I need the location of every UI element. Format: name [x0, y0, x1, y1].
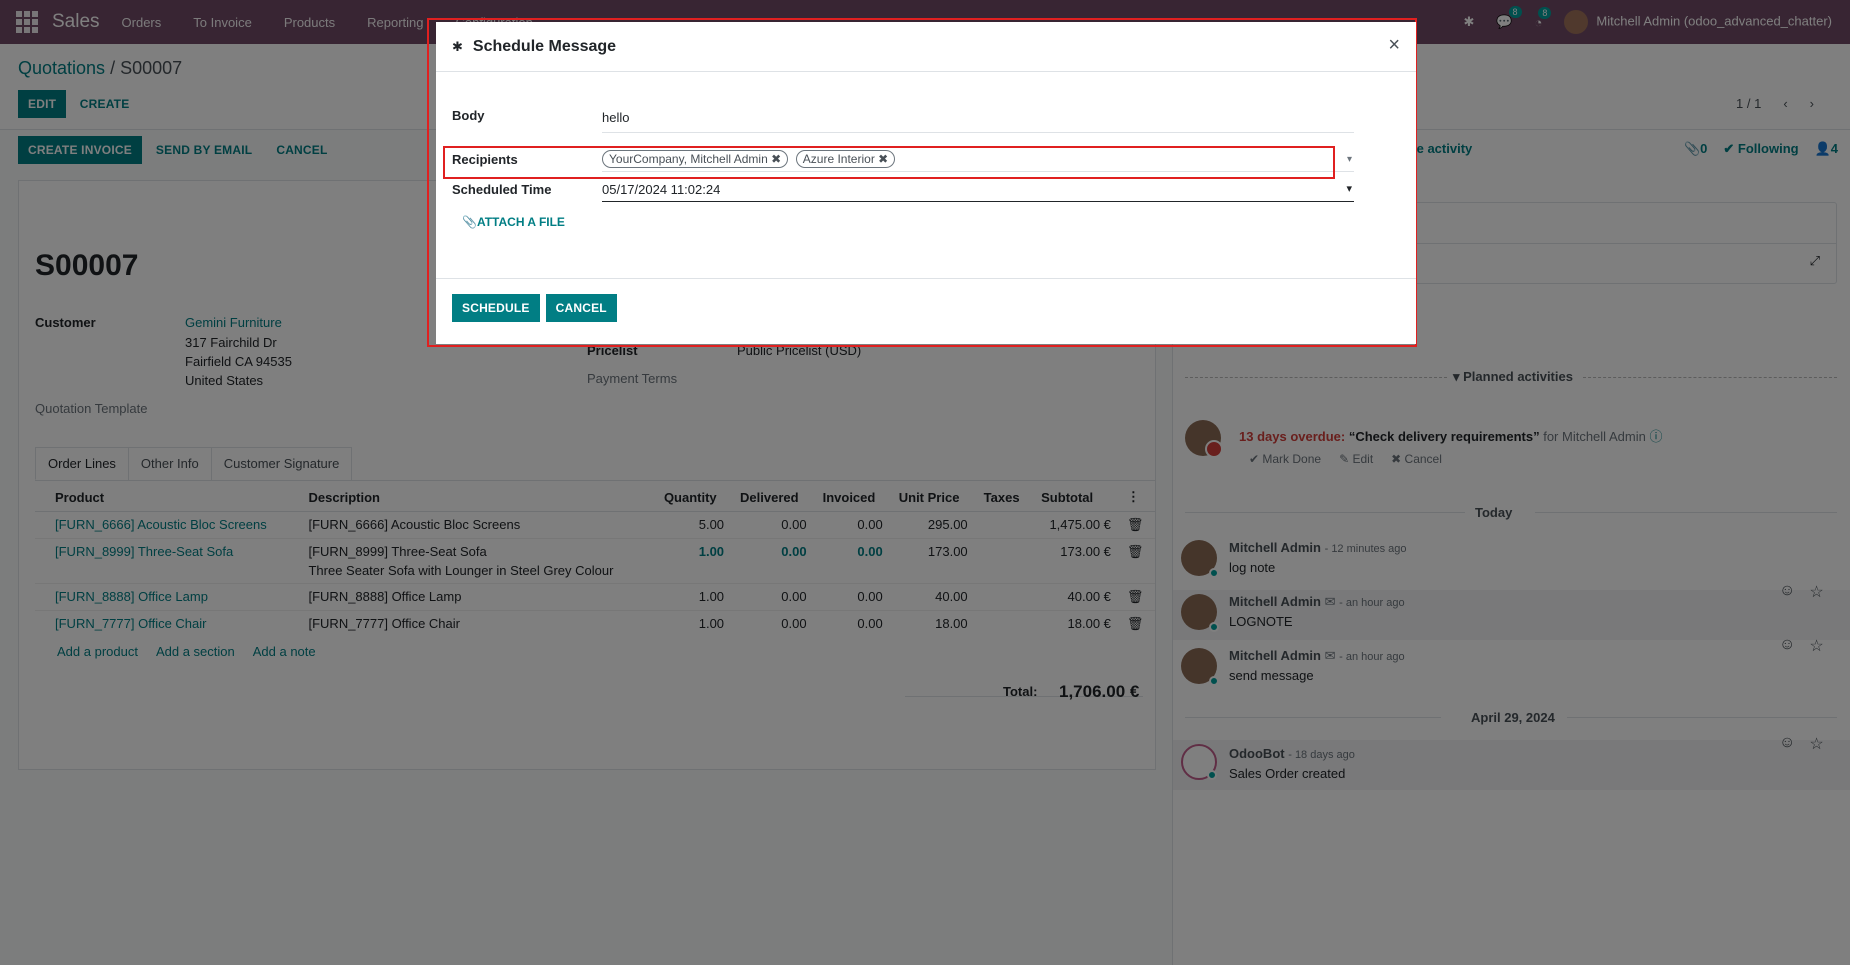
schedule-button[interactable]: SCHEDULE	[452, 294, 540, 322]
body-label: Body	[452, 108, 485, 123]
paperclip-icon: 📎	[462, 215, 477, 229]
body-field[interactable]: hello	[602, 110, 629, 125]
cancel-button[interactable]: CANCEL	[545, 294, 617, 322]
scheduled-time-value: 05/17/2024 11:02:24	[602, 182, 721, 197]
modal-header: ✱ Schedule Message ×	[436, 22, 1416, 72]
attach-file-button[interactable]: 📎ATTACH A FILE	[462, 215, 565, 229]
modal-title: Schedule Message	[472, 37, 617, 55]
dropdown-caret-icon[interactable]: ▾	[1347, 154, 1352, 165]
schedule-message-dialog: ✱ Schedule Message × Body hello Recipien…	[436, 22, 1416, 344]
scheduled-time-label: Scheduled Time	[452, 182, 552, 197]
caret-down-icon[interactable]: ▾	[1346, 182, 1352, 195]
close-icon[interactable]: ×	[1388, 34, 1400, 57]
recipients-highlight	[443, 146, 1335, 179]
scheduled-time-input[interactable]: 05/17/2024 11:02:24 ▾	[602, 182, 1354, 202]
attach-file-label: ATTACH A FILE	[476, 215, 565, 229]
bug-icon: ✱	[452, 38, 463, 54]
